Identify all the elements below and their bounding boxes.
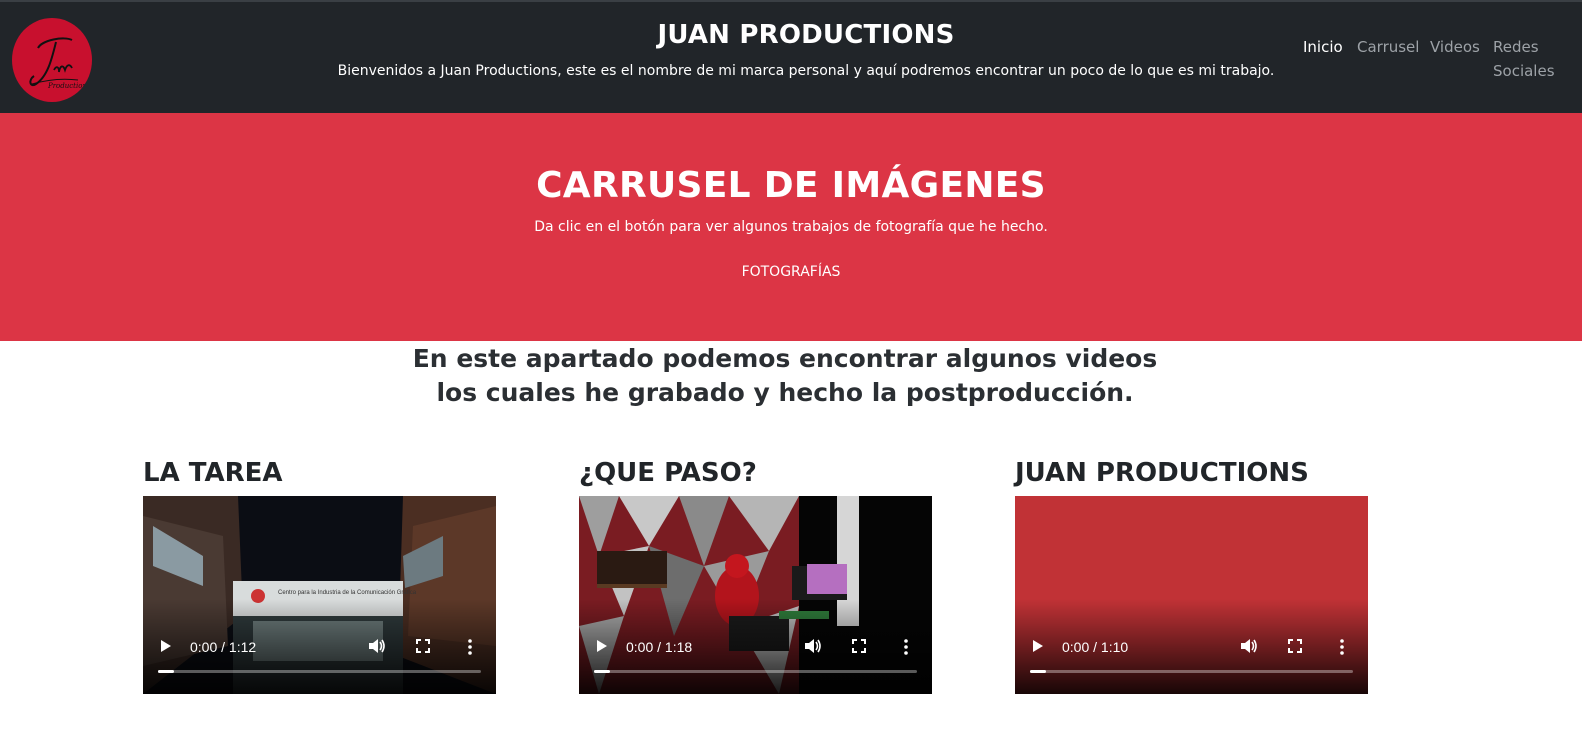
- photos-button[interactable]: FOTOGRAFÍAS: [725, 264, 857, 286]
- video-player[interactable]: Centro para la Industria de la Comunicac…: [143, 496, 496, 694]
- nav-link-carrusel[interactable]: Carrusel: [1357, 38, 1419, 56]
- svg-text:Productions: Productions: [47, 82, 91, 90]
- video-title: JUAN PRODUCTIONS: [1015, 458, 1309, 488]
- more-vert-icon[interactable]: [904, 639, 908, 659]
- progress-fill: [594, 670, 611, 673]
- video-time: 0:00 / 1:12: [190, 639, 257, 655]
- sign-text: Centro para la Industria de la Comunicac…: [278, 590, 417, 596]
- progress-fill: [1030, 670, 1047, 673]
- nav-link-sociales[interactable]: Sociales: [1493, 62, 1555, 80]
- video-player[interactable]: 0:00 / 1:10: [1015, 496, 1368, 694]
- video-card-juan-productions: JUAN PRODUCTIONS 0:00 / 1:10: [1015, 455, 1368, 694]
- video-title: ¿QUE PASO?: [579, 458, 757, 488]
- fullscreen-icon[interactable]: [1288, 639, 1302, 657]
- video-card-la-tarea: LA TAREA Centro para la Industria de la …: [143, 455, 496, 694]
- progress-fill: [158, 670, 175, 673]
- nav-link-redes[interactable]: Redes: [1493, 38, 1539, 56]
- videos-intro: En este apartado podemos encontrar algun…: [0, 342, 1570, 410]
- site-subtitle: Bienvenidos a Juan Productions, este es …: [337, 63, 1275, 79]
- fullscreen-icon[interactable]: [852, 639, 866, 657]
- volume-icon[interactable]: [804, 638, 822, 658]
- hero-text: Da clic en el botón para ver algunos tra…: [534, 219, 1048, 235]
- intro-line-1: En este apartado podemos encontrar algun…: [412, 344, 1158, 373]
- navbar: Productions JUAN PRODUCTIONS Bienvenidos…: [0, 0, 1582, 113]
- site-title: JUAN PRODUCTIONS: [657, 20, 955, 50]
- nav-link-inicio[interactable]: Inicio: [1303, 38, 1343, 56]
- hero-title: CARRUSEL DE IMÁGENES: [536, 165, 1046, 206]
- volume-icon[interactable]: [368, 638, 386, 658]
- carousel-hero: CARRUSEL DE IMÁGENES Da clic en el botón…: [0, 113, 1582, 341]
- video-title: LA TAREA: [143, 458, 283, 488]
- more-vert-icon[interactable]: [468, 639, 472, 659]
- progress-bar[interactable]: [158, 670, 481, 673]
- progress-bar[interactable]: [594, 670, 917, 673]
- video-card-que-paso: ¿QUE PASO? 0:00 / 1:18: [579, 455, 932, 694]
- play-icon[interactable]: [597, 640, 607, 652]
- volume-icon[interactable]: [1240, 638, 1258, 658]
- video-time: 0:00 / 1:10: [1062, 639, 1129, 655]
- play-icon[interactable]: [1033, 640, 1043, 652]
- video-player[interactable]: 0:00 / 1:18: [579, 496, 932, 694]
- progress-bar[interactable]: [1030, 670, 1353, 673]
- video-time: 0:00 / 1:18: [626, 639, 693, 655]
- more-vert-icon[interactable]: [1340, 639, 1344, 659]
- nav-link-videos[interactable]: Videos: [1430, 38, 1480, 56]
- play-icon[interactable]: [161, 640, 171, 652]
- intro-line-2: los cuales he grabado y hecho la postpro…: [436, 378, 1134, 407]
- fullscreen-icon[interactable]: [416, 639, 430, 657]
